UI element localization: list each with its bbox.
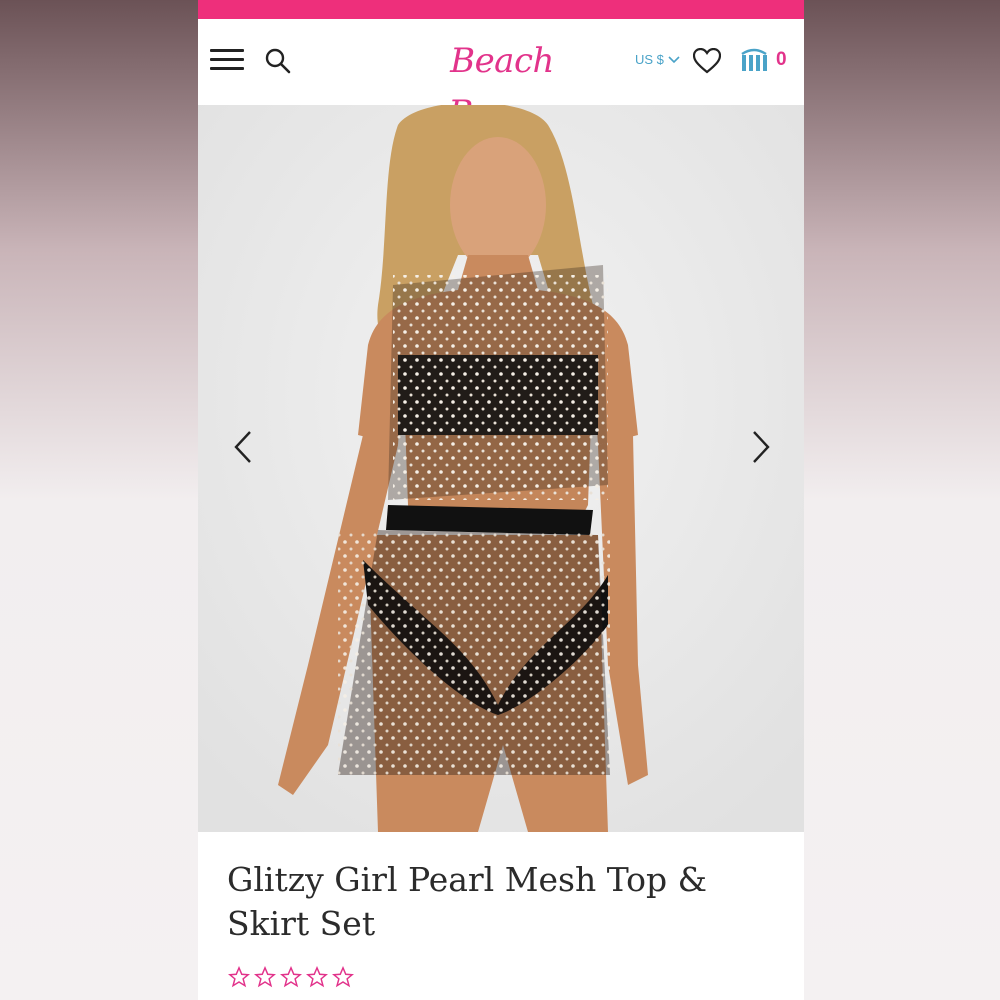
- currency-selector[interactable]: US $: [635, 52, 680, 67]
- product-photo: [198, 105, 804, 832]
- menu-button[interactable]: [210, 49, 244, 73]
- product-image-gallery[interactable]: [198, 105, 804, 832]
- hamburger-icon: [210, 49, 244, 52]
- currency-label: US $: [635, 52, 664, 67]
- star-icon: [228, 966, 250, 988]
- star-rating[interactable]: [228, 966, 354, 988]
- background-left: [0, 0, 198, 1000]
- star-icon: [306, 966, 328, 988]
- chevron-down-icon: [668, 55, 680, 63]
- search-icon[interactable]: [264, 47, 292, 75]
- cart-button[interactable]: 0: [740, 48, 787, 72]
- heart-icon[interactable]: [693, 48, 721, 74]
- product-title: Glitzy Girl Pearl Mesh Top & Skirt Set: [227, 860, 708, 943]
- chevron-right-icon[interactable]: [746, 430, 774, 464]
- cart-count: 0: [776, 49, 787, 70]
- background-right: [804, 0, 1000, 1000]
- star-icon: [280, 966, 302, 988]
- star-icon: [332, 966, 354, 988]
- shopping-bag-icon: [741, 48, 767, 71]
- site-header: Beach Bunny US $ 0: [198, 19, 804, 133]
- promo-bar: [198, 0, 804, 19]
- chevron-left-icon[interactable]: [230, 430, 258, 464]
- mobile-page: Beach Bunny US $ 0: [198, 0, 804, 1000]
- brand-logo[interactable]: Beach Bunny: [396, 35, 608, 133]
- star-icon: [254, 966, 276, 988]
